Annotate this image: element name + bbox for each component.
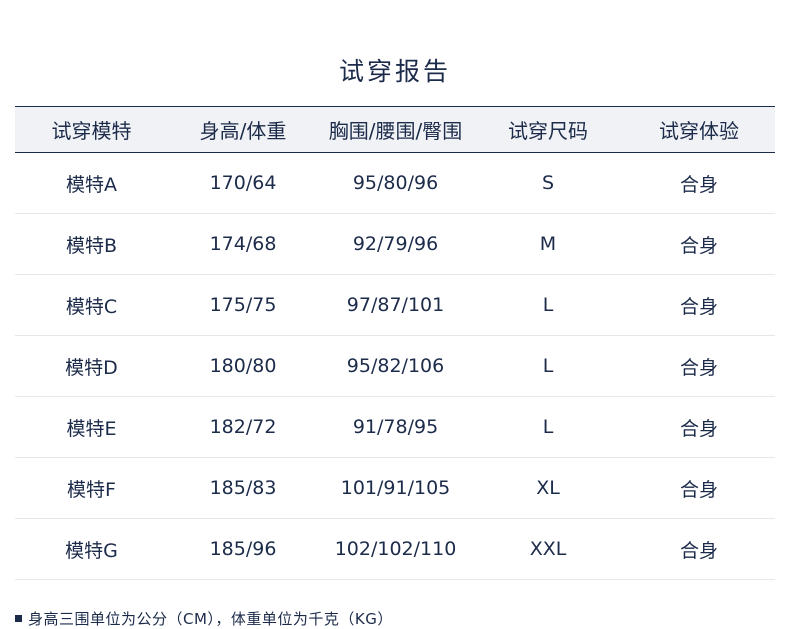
units-note: 身高三围单位为公分（CM），体重单位为千克（KG） — [15, 608, 393, 629]
cell-model: 模特B — [65, 234, 118, 257]
cell-experience: 合身 — [679, 417, 718, 440]
cell-experience: 合身 — [679, 539, 718, 562]
cell-size: L — [542, 416, 554, 438]
cell-size: S — [541, 172, 555, 194]
cell-height-weight: 175/75 — [209, 294, 277, 316]
table-row: 模特A 170/64 95/80/96 S 合身 — [15, 153, 775, 214]
table-header: 试穿模特 身高/体重 胸围/腰围/臀围 试穿尺码 试穿体验 — [15, 106, 775, 153]
cell-measurements: 101/91/105 — [340, 477, 451, 499]
header-model: 试穿模特 — [51, 119, 132, 143]
cell-model: 模特D — [65, 356, 118, 379]
cell-model: 模特C — [65, 295, 118, 318]
header-height-weight: 身高/体重 — [199, 119, 287, 143]
header-size: 试穿尺码 — [508, 119, 588, 143]
cell-measurements: 102/102/110 — [334, 538, 457, 560]
cell-size: XXL — [529, 538, 567, 560]
cell-height-weight: 180/80 — [209, 355, 277, 377]
cell-height-weight: 185/83 — [209, 477, 277, 499]
cell-model: 模特F — [67, 478, 116, 501]
header-measurements: 胸围/腰围/臀围 — [328, 119, 463, 143]
square-bullet-icon — [15, 615, 22, 622]
table-row: 模特B 174/68 92/79/96 M 合身 — [15, 214, 775, 275]
cell-measurements: 91/78/95 — [352, 416, 439, 438]
table-row: 模特F 185/83 101/91/105 XL 合身 — [15, 458, 775, 519]
cell-height-weight: 174/68 — [209, 233, 277, 255]
table-row: 模特C 175/75 97/87/101 L 合身 — [15, 275, 775, 336]
cell-model: 模特G — [65, 539, 118, 562]
cell-model: 模特A — [66, 173, 117, 196]
cell-measurements: 92/79/96 — [352, 233, 439, 255]
cell-measurements: 97/87/101 — [346, 294, 445, 316]
cell-measurements: 95/80/96 — [352, 172, 439, 194]
fitting-table: 试穿模特 身高/体重 胸围/腰围/臀围 试穿尺码 试穿体验 模特A 170/64… — [15, 106, 775, 580]
cell-measurements: 95/82/106 — [346, 355, 445, 377]
units-note-text: 身高三围单位为公分（CM），体重单位为千克（KG） — [28, 610, 393, 628]
cell-size: L — [542, 294, 554, 316]
cell-experience: 合身 — [679, 356, 718, 379]
cell-height-weight: 170/64 — [209, 172, 277, 194]
cell-size: M — [539, 233, 557, 255]
cell-experience: 合身 — [679, 295, 718, 318]
cell-model: 模特E — [66, 417, 117, 440]
report-title: 试穿报告 — [338, 57, 451, 86]
cell-experience: 合身 — [679, 173, 718, 196]
cell-size: XL — [536, 477, 560, 499]
header-experience: 试穿体验 — [659, 119, 739, 143]
table-row: 模特G 185/96 102/102/110 XXL 合身 — [15, 519, 775, 580]
cell-size: L — [542, 355, 554, 377]
cell-experience: 合身 — [679, 234, 718, 257]
cell-height-weight: 182/72 — [209, 416, 277, 438]
table-row: 模特E 182/72 91/78/95 L 合身 — [15, 397, 775, 458]
cell-height-weight: 185/96 — [209, 538, 277, 560]
table-row: 模特D 180/80 95/82/106 L 合身 — [15, 336, 775, 397]
cell-experience: 合身 — [679, 478, 718, 501]
